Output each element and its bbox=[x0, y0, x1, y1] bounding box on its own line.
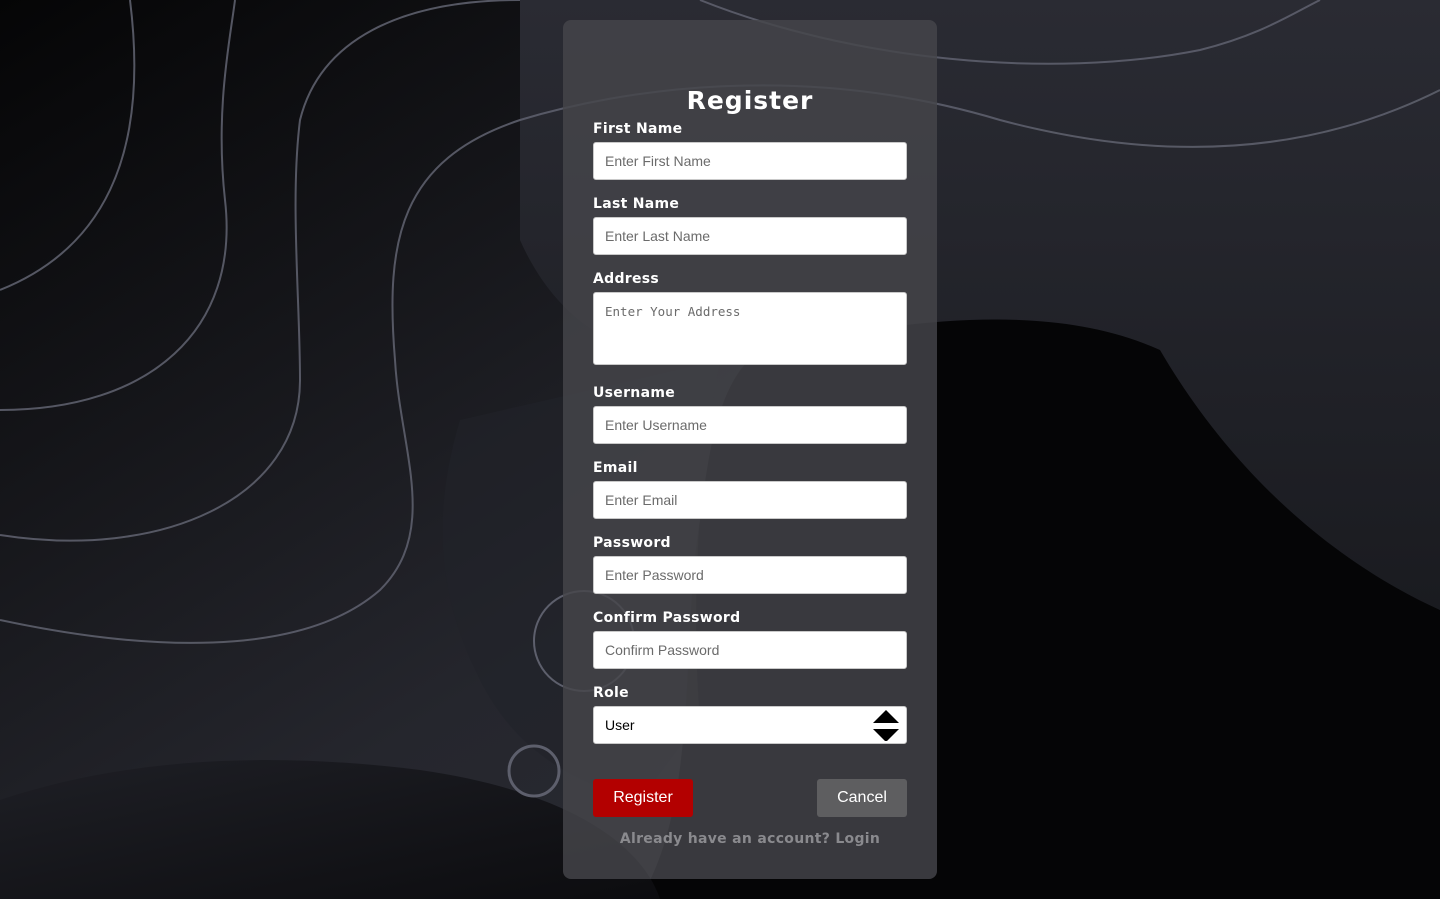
confirm-password-label: Confirm Password bbox=[593, 610, 741, 626]
login-prompt: Already have an account? Login bbox=[563, 831, 937, 847]
username-label: Username bbox=[593, 385, 675, 401]
last-name-input[interactable] bbox=[593, 217, 907, 255]
address-label: Address bbox=[593, 271, 660, 287]
login-link[interactable]: Login bbox=[835, 831, 880, 847]
last-name-label: Last Name bbox=[593, 196, 680, 212]
role-select[interactable]: User bbox=[593, 706, 907, 744]
role-selected-value: User bbox=[605, 717, 635, 733]
register-card: Register First Name Last Name Address Us… bbox=[563, 20, 937, 879]
email-input[interactable] bbox=[593, 481, 907, 519]
username-input[interactable] bbox=[593, 406, 907, 444]
first-name-label: First Name bbox=[593, 121, 683, 137]
confirm-password-input[interactable] bbox=[593, 631, 907, 669]
password-input[interactable] bbox=[593, 556, 907, 594]
register-button[interactable]: Register bbox=[593, 779, 693, 817]
email-label: Email bbox=[593, 460, 638, 476]
cancel-button[interactable]: Cancel bbox=[817, 779, 907, 817]
password-label: Password bbox=[593, 535, 671, 551]
address-textarea[interactable] bbox=[593, 292, 907, 365]
page-title: Register bbox=[686, 86, 814, 115]
up-down-arrows-icon[interactable] bbox=[872, 709, 900, 741]
login-prompt-text: Already have an account? bbox=[619, 831, 836, 847]
role-label: Role bbox=[593, 685, 629, 701]
first-name-input[interactable] bbox=[593, 142, 907, 180]
